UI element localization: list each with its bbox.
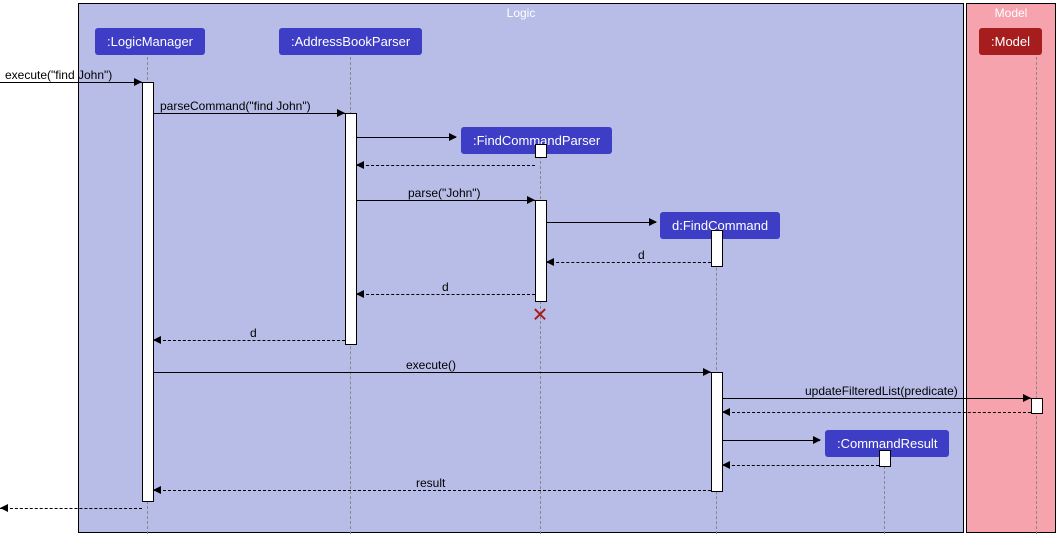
arrowhead — [813, 436, 821, 444]
arrow-execute-in — [0, 82, 142, 83]
participant-addressbookparser: :AddressBookParser — [279, 28, 422, 55]
logic-frame-title: Logic — [79, 6, 963, 20]
arrow-return-d3 — [153, 340, 345, 341]
arrowhead — [0, 504, 8, 512]
arrow-create-cr — [722, 440, 820, 441]
msg-execute: execute() — [406, 358, 456, 372]
msg-result: result — [416, 476, 445, 490]
arrowhead — [1023, 394, 1031, 402]
arrow-updatefiltered — [722, 398, 1031, 399]
msg-d2: d — [442, 280, 449, 294]
arrowhead — [153, 486, 161, 494]
msg-parse: parse("John") — [408, 186, 481, 200]
arrow-return-d2 — [356, 294, 535, 295]
arrowhead — [449, 133, 457, 141]
arrow-return-model — [722, 412, 1031, 413]
arrow-create-fc — [546, 222, 656, 223]
arrow-return-d1 — [546, 262, 711, 263]
activation-logicmanager — [142, 82, 154, 502]
msg-parsecommand: parseCommand("find John") — [160, 99, 311, 113]
arrow-execute — [153, 372, 711, 373]
lifeline-commandresult — [884, 456, 885, 534]
activation-findcommandparser-1 — [535, 144, 547, 158]
arrowhead — [546, 258, 554, 266]
lifeline-model — [1036, 52, 1037, 534]
msg-d1: d — [638, 248, 645, 262]
arrowhead — [337, 109, 345, 117]
activation-commandresult — [879, 450, 891, 467]
msg-d3: d — [250, 326, 257, 340]
arrowhead — [722, 461, 730, 469]
arrow-parse — [356, 200, 535, 201]
sequence-diagram: Logic Model :LogicManager :AddressBookPa… — [0, 0, 1061, 538]
arrowhead — [527, 196, 535, 204]
destroy-icon: ✕ — [532, 303, 549, 328]
arrow-return-cr — [722, 465, 879, 466]
activation-addressbookparser — [345, 113, 357, 345]
arrowhead — [153, 336, 161, 344]
participant-model: :Model — [979, 28, 1042, 55]
model-frame-title: Model — [967, 6, 1055, 20]
arrowhead — [134, 78, 142, 86]
arrow-return-fcp — [356, 165, 535, 166]
arrow-parsecommand — [153, 113, 345, 114]
arrowhead — [356, 290, 364, 298]
activation-findcommand-1 — [711, 230, 723, 267]
arrowhead — [356, 161, 364, 169]
arrow-return-result — [153, 490, 711, 491]
activation-model — [1031, 398, 1043, 414]
activation-findcommandparser-2 — [535, 200, 547, 302]
arrow-return-out — [0, 508, 142, 509]
activation-findcommand-2 — [711, 372, 723, 492]
arrowhead — [649, 218, 657, 226]
msg-updatefiltered: updateFilteredList(predicate) — [805, 384, 958, 398]
arrowhead — [703, 368, 711, 376]
msg-execute-in: execute("find John") — [5, 68, 112, 82]
arrow-create-fcp — [356, 137, 456, 138]
participant-logicmanager: :LogicManager — [95, 28, 205, 55]
arrowhead — [722, 408, 730, 416]
model-frame: Model — [966, 3, 1056, 533]
